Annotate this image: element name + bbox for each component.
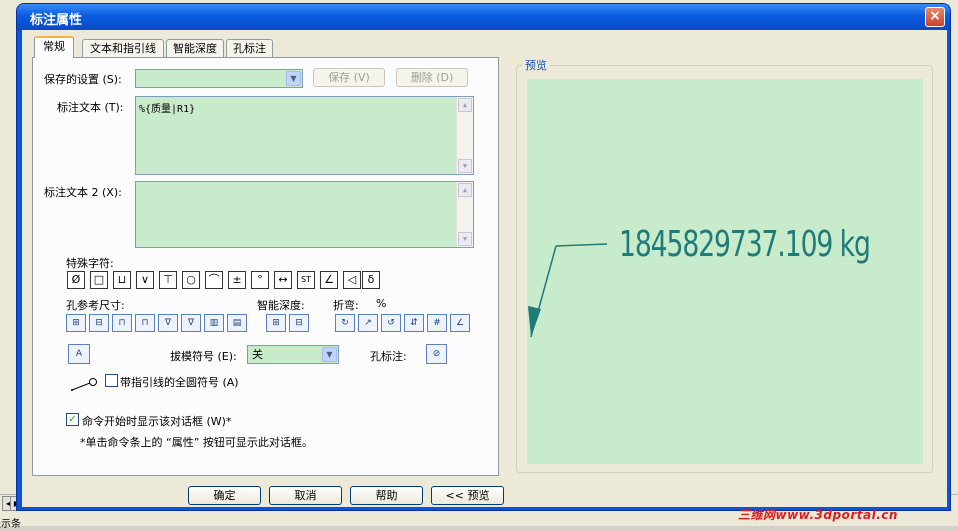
between-symbol-button[interactable]: ↔: [274, 271, 292, 289]
special-chars-label: 特殊字符:: [66, 257, 114, 270]
statistical-symbol-button[interactable]: ST: [297, 271, 315, 289]
scroll-up-arrow-icon[interactable]: ▲: [458, 98, 472, 112]
full-circle-label: 带指引线的全圆符号 (A): [120, 376, 239, 389]
leader-arrow-graphic: [528, 243, 608, 338]
bend-order-icon[interactable]: ⇵: [404, 314, 424, 332]
draft-symbol-select[interactable]: 关 ▼: [247, 345, 339, 364]
preview-toggle-button[interactable]: << 预览: [431, 486, 504, 505]
square-symbol-button[interactable]: □: [90, 271, 108, 289]
save-button[interactable]: 保存 (V): [313, 68, 385, 87]
dialog-titlebar[interactable]: [17, 4, 950, 30]
text-style-icon[interactable]: A: [68, 344, 90, 364]
depth-symbol-button[interactable]: ⊤: [159, 271, 177, 289]
callout-text-label: 标注文本 (T):: [57, 101, 124, 114]
hole-reference-label: 孔参考尺寸:: [66, 299, 125, 312]
draft-symbol-value: 关: [252, 348, 263, 361]
draft-symbol-label: 拔模符号 (E):: [170, 350, 237, 363]
bend-direction-icon[interactable]: ↻: [335, 314, 355, 332]
hole-diameter-icon[interactable]: ⊞: [66, 314, 86, 332]
preview-value-text: 1845829737.109 kg: [619, 224, 871, 265]
degree-symbol-button[interactable]: °: [251, 271, 269, 289]
tab-smart-depth[interactable]: 智能深度: [166, 39, 224, 57]
scroll-down-arrow-icon[interactable]: ▼: [458, 232, 472, 246]
bend-number-icon[interactable]: #: [427, 314, 447, 332]
saved-settings-label: 保存的设置 (S):: [44, 73, 122, 86]
callout-text2-scrollbar[interactable]: ▲ ▼: [456, 182, 473, 247]
countersink-symbol-button[interactable]: ∨: [136, 271, 154, 289]
countersink-angle-icon[interactable]: ∇: [181, 314, 201, 332]
hole-depth-icon[interactable]: ⊟: [89, 314, 109, 332]
close-icon[interactable]: ×: [925, 7, 945, 27]
tab-text-and-leader[interactable]: 文本和指引线: [82, 39, 164, 57]
circle-symbol-button[interactable]: ○: [182, 271, 200, 289]
smart-depth-icon-2[interactable]: ⊟: [289, 314, 309, 332]
bend-percent-label: %: [376, 297, 387, 310]
scroll-down-arrow-icon[interactable]: ▼: [458, 159, 472, 173]
delta-symbol-button[interactable]: δ: [362, 271, 380, 289]
callout-text2-field[interactable]: ▲ ▼: [135, 181, 474, 248]
watermark-text: 三维网www.3dportal.cn: [738, 508, 898, 522]
bend-label: 折弯:: [333, 299, 359, 312]
show-dialog-checkbox[interactable]: ✓: [66, 413, 79, 426]
dialog-title: 标注属性: [30, 13, 83, 28]
arc-symbol-button[interactable]: ⌒: [205, 271, 223, 289]
slope-symbol-button[interactable]: ◁: [343, 271, 361, 289]
counterbore-symbol-button[interactable]: ⊔: [113, 271, 131, 289]
hole-callout-label: 孔标注:: [370, 350, 407, 363]
help-button[interactable]: 帮助: [350, 486, 423, 505]
scroll-up-arrow-icon[interactable]: ▲: [458, 183, 472, 197]
ok-button[interactable]: 确定: [188, 486, 261, 505]
thread-size-icon[interactable]: ▥: [204, 314, 224, 332]
hole-callout-icon[interactable]: ⊘: [426, 344, 447, 364]
bend-radius-icon[interactable]: ↺: [381, 314, 401, 332]
angle-symbol-button[interactable]: ∠: [320, 271, 338, 289]
callout-text-field[interactable]: %{质量|R1} ▲ ▼: [135, 96, 474, 175]
chevron-down-icon[interactable]: ▼: [322, 347, 337, 362]
chevron-down-icon[interactable]: ▼: [286, 71, 301, 86]
callout-text-scrollbar[interactable]: ▲ ▼: [456, 97, 473, 174]
tab-general[interactable]: 常规: [34, 36, 74, 58]
background-app-right: [950, 4, 958, 494]
diameter-symbol-button[interactable]: Ø: [67, 271, 85, 289]
countersink-diameter-icon[interactable]: ∇: [158, 314, 178, 332]
cancel-button[interactable]: 取消: [269, 486, 342, 505]
tab-hole-callout[interactable]: 孔标注: [226, 39, 273, 57]
footnote-text: *单击命令条上的 “属性” 按钮可显示此对话框。: [80, 436, 313, 449]
show-dialog-label: 命令开始时显示该对话框 (W)*: [82, 415, 232, 428]
callout-text-value: %{质量|R1}: [139, 104, 196, 115]
preview-group-label: 预览: [522, 57, 550, 73]
bend-angle-icon[interactable]: ↗: [358, 314, 378, 332]
plus-minus-symbol-button[interactable]: ±: [228, 271, 246, 289]
callout-text2-label: 标注文本 2 (X):: [44, 186, 122, 199]
counterbore-diameter-icon[interactable]: ⊓: [112, 314, 132, 332]
smart-depth-icon-1[interactable]: ⊞: [266, 314, 286, 332]
counterbore-depth-icon[interactable]: ⊓: [135, 314, 155, 332]
status-text: 提示条: [0, 519, 21, 530]
bend-angle-measure-icon[interactable]: ∠: [450, 314, 470, 332]
thread-depth-icon[interactable]: ▤: [227, 314, 247, 332]
delete-button[interactable]: 删除 (D): [396, 68, 468, 87]
smart-depth-label: 智能深度:: [257, 299, 305, 312]
saved-settings-combo[interactable]: ▼: [135, 69, 303, 88]
full-circle-checkbox[interactable]: [105, 374, 118, 387]
leader-circle-icon: [70, 376, 100, 392]
